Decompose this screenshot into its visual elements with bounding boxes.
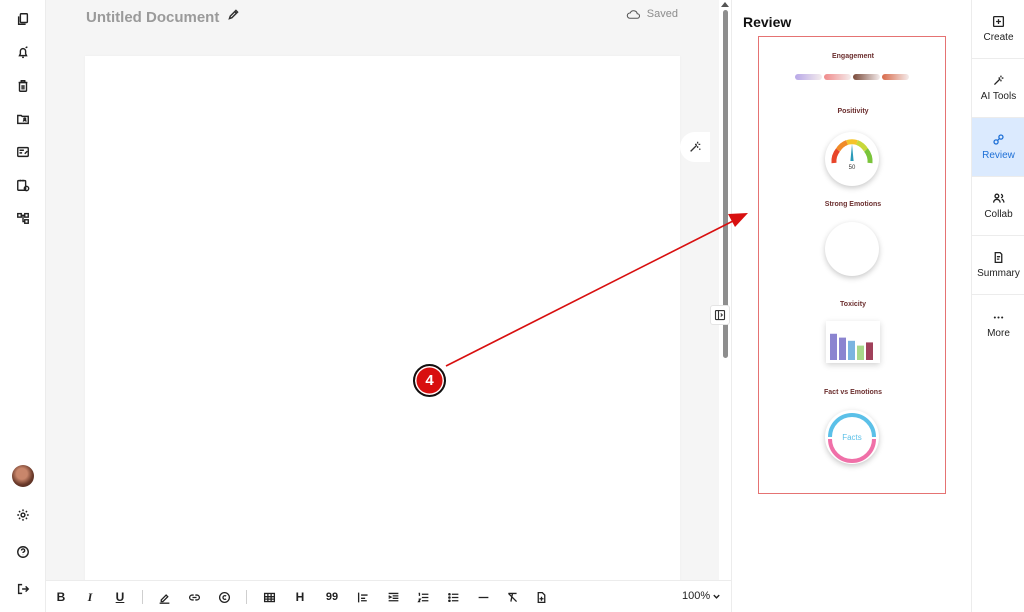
horizontal-rule-icon[interactable] bbox=[475, 589, 491, 605]
toxicity-chart[interactable] bbox=[826, 321, 880, 363]
toxicity-bar bbox=[830, 333, 837, 360]
shared-folder-icon[interactable] bbox=[14, 110, 32, 128]
zoom-level: 100% bbox=[682, 590, 711, 602]
heading-icon[interactable]: H bbox=[292, 589, 308, 605]
rail-review-label: Review bbox=[982, 150, 1015, 161]
editor-area: Untitled Document Saved bbox=[46, 0, 719, 612]
rail-collab-label: Collab bbox=[984, 209, 1013, 220]
highlight-icon[interactable] bbox=[156, 589, 172, 605]
numbered-list-icon[interactable] bbox=[415, 589, 431, 605]
rail-more-button[interactable]: More bbox=[972, 295, 1024, 354]
underline-icon[interactable]: U bbox=[112, 589, 128, 605]
engagement-bar bbox=[824, 74, 851, 80]
rail-collab-button[interactable]: Collab bbox=[972, 177, 1024, 236]
toxicity-label: Toxicity bbox=[840, 301, 866, 308]
review-metrics-box: Engagement Positivity 50 Strong Emotions… bbox=[758, 36, 946, 494]
positivity-label: Positivity bbox=[837, 108, 869, 115]
clear-format-icon[interactable] bbox=[504, 589, 520, 605]
chevron-down-icon bbox=[713, 594, 720, 599]
quote-icon[interactable]: 99 bbox=[324, 589, 340, 605]
rail-create-label: Create bbox=[983, 32, 1014, 43]
left-rail bbox=[0, 0, 46, 612]
magic-wand-icon bbox=[690, 141, 701, 152]
users-icon bbox=[992, 193, 1005, 203]
toolbar-divider bbox=[142, 590, 143, 604]
edit-title-icon[interactable] bbox=[227, 8, 240, 26]
document-title[interactable]: Untitled Document bbox=[86, 9, 219, 26]
ai-magic-button[interactable] bbox=[680, 132, 710, 162]
facts-center-label: Facts bbox=[842, 433, 862, 442]
engagement-label: Engagement bbox=[831, 53, 874, 60]
trash-icon[interactable] bbox=[14, 77, 32, 95]
strong-emotions-chart[interactable] bbox=[825, 222, 879, 276]
summary-icon bbox=[994, 251, 1003, 264]
positivity-value: 50 bbox=[849, 165, 856, 171]
engagement-bar bbox=[882, 74, 909, 80]
magic-wand-icon bbox=[993, 75, 1004, 86]
help-icon[interactable] bbox=[14, 543, 32, 561]
toolbar-divider bbox=[246, 590, 247, 604]
zoom-control[interactable]: 100% bbox=[682, 590, 721, 602]
toxicity-bar bbox=[848, 340, 855, 360]
align-left-icon[interactable] bbox=[355, 589, 371, 605]
settings-icon[interactable] bbox=[14, 506, 32, 524]
fact-vs-emotions-chart[interactable]: Facts bbox=[825, 410, 879, 464]
rail-review-button[interactable]: Review bbox=[972, 118, 1024, 177]
italic-icon[interactable]: I bbox=[82, 589, 98, 605]
rail-ai-tools-label: AI Tools bbox=[980, 91, 1017, 102]
rail-create-button[interactable]: Create bbox=[972, 0, 1024, 59]
app-window: Untitled Document Saved B I U H 99 100% … bbox=[0, 0, 1024, 612]
positivity-gauge[interactable]: 50 bbox=[825, 132, 879, 186]
bold-icon[interactable]: B bbox=[53, 589, 69, 605]
copyright-icon[interactable] bbox=[216, 589, 232, 605]
engagement-bar bbox=[853, 74, 880, 80]
sidebar-toggle-icon bbox=[714, 309, 726, 321]
avatar[interactable] bbox=[12, 465, 34, 487]
toxicity-bars bbox=[830, 333, 873, 360]
templates-icon[interactable] bbox=[14, 143, 32, 161]
workflow-icon[interactable] bbox=[14, 209, 32, 227]
gauge-dial: 50 bbox=[831, 139, 873, 171]
plus-square-icon bbox=[992, 15, 1005, 28]
notifications-icon[interactable] bbox=[14, 44, 32, 62]
cloud-icon bbox=[626, 9, 640, 19]
save-status: Saved bbox=[626, 8, 678, 20]
document-page[interactable] bbox=[85, 56, 680, 586]
review-icon bbox=[993, 134, 1004, 145]
panel-toggle-button[interactable] bbox=[710, 305, 730, 325]
fact-vs-emotions-label: Fact vs Emotions bbox=[824, 389, 882, 396]
fact-emotion-ring: Facts bbox=[828, 413, 876, 463]
indent-icon[interactable] bbox=[385, 589, 401, 605]
scroll-up-icon[interactable] bbox=[721, 2, 729, 7]
rail-summary-button[interactable]: Summary bbox=[972, 236, 1024, 295]
logout-icon[interactable] bbox=[14, 580, 32, 598]
review-panel-title: Review bbox=[743, 14, 792, 30]
toxicity-bar bbox=[839, 337, 846, 360]
toxicity-bar bbox=[866, 342, 873, 360]
toxicity-bar bbox=[857, 345, 864, 360]
table-icon[interactable] bbox=[261, 589, 277, 605]
right-rail: Create AI Tools Review Collab Summary Mo… bbox=[971, 0, 1024, 612]
step-number-badge: 4 bbox=[413, 364, 446, 397]
engagement-bar bbox=[795, 74, 822, 80]
link-icon[interactable] bbox=[186, 589, 202, 605]
rail-summary-label: Summary bbox=[977, 268, 1020, 279]
rail-more-label: More bbox=[987, 327, 1010, 339]
save-status-label: Saved bbox=[646, 8, 678, 20]
schedule-icon[interactable] bbox=[14, 176, 32, 194]
bullet-list-icon[interactable] bbox=[445, 589, 461, 605]
rail-ai-tools-button[interactable]: AI Tools bbox=[972, 59, 1024, 118]
insert-file-icon[interactable] bbox=[533, 589, 549, 605]
strong-emotions-label: Strong Emotions bbox=[824, 201, 882, 208]
review-panel: Review Engagement Positivity 50 Strong E… bbox=[731, 0, 971, 612]
document-title-row: Untitled Document bbox=[86, 8, 240, 26]
documents-icon[interactable] bbox=[14, 10, 32, 28]
formatting-toolbar: B I U H 99 100% bbox=[46, 580, 731, 612]
engagement-meter[interactable] bbox=[795, 74, 909, 80]
more-dots-icon bbox=[993, 315, 1004, 319]
